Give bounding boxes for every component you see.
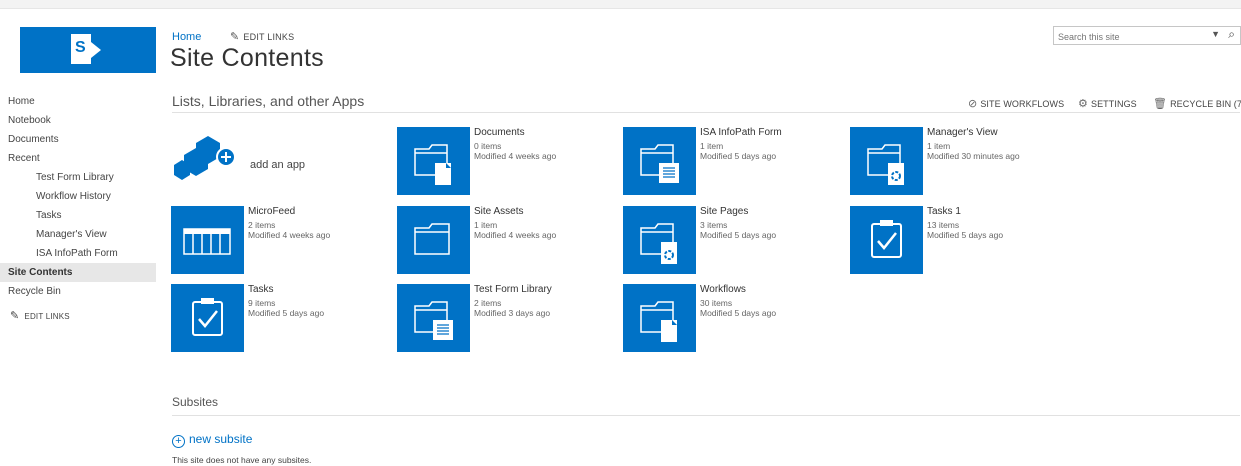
folder-form-icon — [397, 284, 470, 352]
breadcrumb-home-link[interactable]: Home — [172, 31, 201, 43]
edit-links-label: EDIT LINKS — [243, 32, 295, 42]
nav-item-managers-view[interactable]: Manager's View — [0, 225, 156, 244]
tile-count: 1 item — [700, 141, 724, 151]
tile-count: 2 items — [474, 298, 502, 308]
app-tile-managers-view[interactable]: Manager's View 1 item Modified 30 minute… — [850, 127, 1070, 195]
app-tile-isa-infopath-form[interactable]: ISA InfoPath Form 1 item Modified 5 days… — [623, 127, 843, 195]
folder-doc-icon — [623, 284, 696, 352]
pencil-icon: ✎ — [10, 310, 20, 322]
tile-modified: Modified 5 days ago — [700, 230, 777, 240]
tile-name[interactable]: Test Form Library — [474, 284, 552, 295]
tile-name[interactable]: Site Assets — [474, 206, 523, 217]
tile-count: 2 items — [248, 220, 276, 230]
app-tile-workflows[interactable]: Workflows 30 items Modified 5 days ago — [623, 284, 843, 352]
tile-modified: Modified 5 days ago — [700, 308, 777, 318]
tile-name[interactable]: Manager's View — [927, 127, 998, 138]
tile-count: 30 items — [700, 298, 733, 308]
tile-modified: Modified 5 days ago — [927, 230, 1004, 240]
new-subsite-label: new subsite — [189, 432, 253, 446]
nav-item-documents[interactable]: Documents — [0, 130, 156, 149]
section-title: Lists, Libraries, and other Apps — [172, 93, 365, 109]
page-title: Site Contents — [170, 44, 324, 72]
nav-item-workflow-history[interactable]: Workflow History — [0, 187, 156, 206]
folder-page-icon — [850, 127, 923, 195]
sharepoint-logo[interactable]: S — [20, 27, 156, 73]
tile-modified: Modified 4 weeks ago — [248, 230, 331, 240]
tile-count: 3 items — [700, 220, 728, 230]
folder-icon — [397, 206, 470, 274]
tile-modified: Modified 4 weeks ago — [474, 230, 557, 240]
folder-page-icon — [623, 206, 696, 274]
nav-item-test-form-library[interactable]: Test Form Library — [0, 168, 156, 187]
nav-item-recycle-bin[interactable]: Recycle Bin — [0, 282, 156, 301]
list-icon — [171, 206, 244, 274]
tile-count: 1 item — [927, 141, 951, 151]
pencil-icon: ✎ — [230, 31, 240, 43]
chevron-down-icon[interactable]: ▼ — [1211, 29, 1220, 39]
edit-links-top[interactable]: ✎ EDIT LINKS — [230, 30, 294, 43]
tile-count: 1 item — [474, 220, 498, 230]
tile-modified: Modified 4 weeks ago — [474, 151, 557, 161]
tile-name[interactable]: Site Pages — [700, 206, 748, 217]
tile-modified: Modified 3 days ago — [474, 308, 551, 318]
tile-name[interactable]: Tasks 1 — [927, 206, 961, 217]
app-tile-tasks-1[interactable]: Tasks 1 13 items Modified 5 days ago — [850, 206, 1070, 274]
divider — [172, 415, 1240, 416]
nav-item-notebook[interactable]: Notebook — [0, 111, 156, 130]
tile-count: 9 items — [248, 298, 276, 308]
folder-form-icon — [623, 127, 696, 195]
app-tile-test-form-library[interactable]: Test Form Library 2 items Modified 3 day… — [397, 284, 617, 352]
tile-modified: Modified 5 days ago — [248, 308, 325, 318]
settings-label: SETTINGS — [1090, 99, 1137, 109]
workflow-icon: ⊘ — [968, 98, 978, 110]
nav-item-recent[interactable]: Recent — [0, 149, 156, 168]
new-subsite-link[interactable]: + new subsite — [172, 432, 252, 448]
nav-item-tasks[interactable]: Tasks — [0, 206, 156, 225]
app-tile-site-assets[interactable]: Site Assets 1 item Modified 4 weeks ago — [397, 206, 617, 274]
tile-name[interactable]: Documents — [474, 127, 525, 138]
nav-edit-links-label: EDIT LINKS — [24, 312, 70, 321]
add-an-app-label: add an app — [250, 159, 306, 171]
tile-count: 0 items — [474, 141, 502, 151]
tile-modified: Modified 5 days ago — [700, 151, 777, 161]
subsites-title: Subsites — [172, 395, 219, 409]
tile-name[interactable]: Tasks — [248, 284, 274, 295]
tile-name[interactable]: ISA InfoPath Form — [700, 127, 782, 138]
app-tile-microfeed[interactable]: MicroFeed 2 items Modified 4 weeks ago — [171, 206, 391, 274]
tile-name[interactable]: MicroFeed — [248, 206, 295, 217]
logo-arrow-icon — [91, 42, 101, 58]
logo-s-icon: S — [71, 34, 91, 64]
tasks-icon — [171, 284, 244, 352]
add-an-app-tile[interactable]: add an app — [172, 133, 372, 193]
tile-count: 13 items — [927, 220, 960, 230]
add-app-icon — [174, 136, 236, 180]
tile-name[interactable]: Workflows — [700, 284, 746, 295]
nav-edit-links[interactable]: ✎ EDIT LINKS — [0, 307, 156, 326]
recycle-bin-icon: 🗑 — [1153, 98, 1168, 110]
nav-item-home[interactable]: Home — [0, 92, 156, 111]
no-subsites-text: This site does not have any subsites. — [172, 455, 312, 465]
nav-item-isa-infopath-form[interactable]: ISA InfoPath Form — [0, 244, 156, 263]
tile-modified: Modified 30 minutes ago — [927, 151, 1020, 161]
app-tile-documents[interactable]: Documents 0 items Modified 4 weeks ago — [397, 127, 617, 195]
search-icon[interactable]: ⌕ — [1228, 27, 1235, 42]
quick-launch: Home Notebook Documents Recent Test Form… — [0, 92, 156, 326]
app-tile-tasks[interactable]: Tasks 9 items Modified 5 days ago — [171, 284, 391, 352]
breadcrumb: Home ✎ EDIT LINKS — [172, 29, 294, 43]
gear-icon: ⚙ — [1078, 98, 1088, 110]
site-workflows-button[interactable]: ⊘ SITE WORKFLOWS — [968, 97, 1064, 110]
app-tile-site-pages[interactable]: Site Pages 3 items Modified 5 days ago — [623, 206, 843, 274]
plus-circle-icon: + — [172, 435, 185, 448]
folder-doc-icon — [397, 127, 470, 195]
nav-item-site-contents[interactable]: Site Contents — [0, 263, 156, 282]
recycle-bin-button[interactable]: 🗑RECYCLE BIN (70) — [1153, 97, 1241, 110]
settings-button[interactable]: ⚙ SETTINGS — [1078, 97, 1137, 110]
suite-bar — [0, 0, 1241, 9]
recycle-bin-label: RECYCLE BIN (70) — [1170, 99, 1241, 109]
divider — [172, 112, 1240, 113]
tasks-icon — [850, 206, 923, 274]
search-input[interactable] — [1054, 29, 1202, 45]
search-box[interactable]: ▼ ⌕ — [1053, 26, 1241, 45]
site-workflows-label: SITE WORKFLOWS — [980, 99, 1065, 109]
